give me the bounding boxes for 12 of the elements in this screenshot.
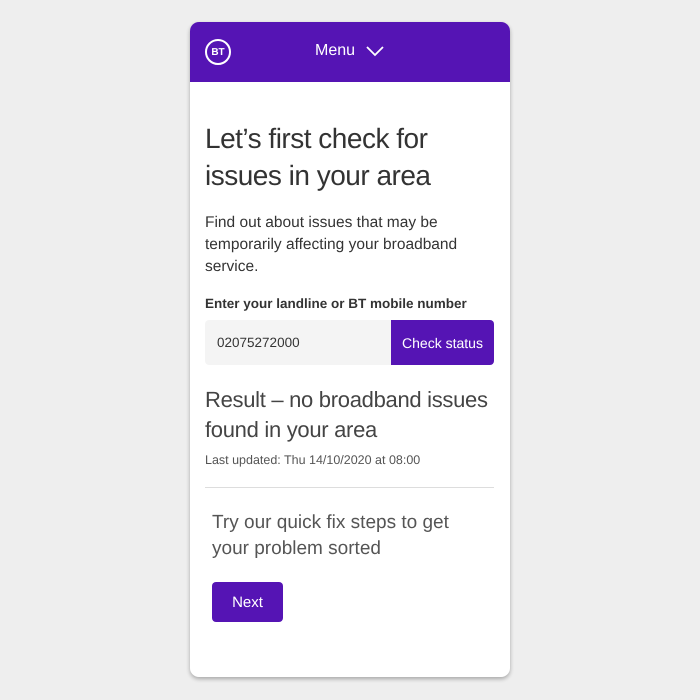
check-status-button[interactable]: Check status [391,320,494,365]
quick-fix-text: Try our quick fix steps to get your problem sorted [212,511,450,561]
last-updated-text: Last updated: Thu 14/10/2020 at 08:00 [205,453,422,467]
phone-number-field[interactable]: 02075272000 [205,320,391,365]
result-heading: Result – no broadband issues found in your area [205,386,489,444]
menu-button[interactable]: Menu [310,38,390,64]
intro-text: Find out about issues that may be temporarily affecting your broadband service. [205,213,458,277]
page-title: Let’s first check for issues in your area [205,122,432,193]
logo[interactable]: BT [205,39,231,65]
chevron-down-icon [365,45,386,57]
next-button[interactable]: Next [212,582,283,622]
field-label: Enter your landline or BT mobile number [205,296,468,311]
